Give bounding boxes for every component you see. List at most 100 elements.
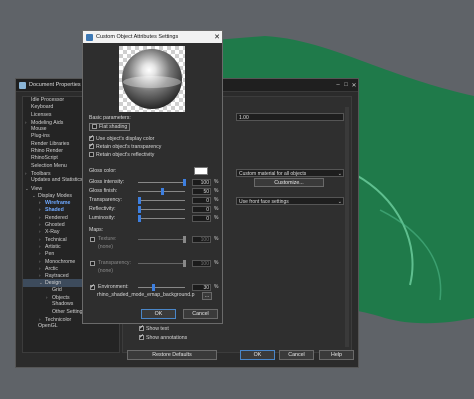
custom-object-attributes-dialog: Custom Object Attributes Settings ✕ Basi… — [82, 30, 223, 324]
luminosity-value[interactable]: 0 — [192, 215, 211, 222]
use-display-color-option[interactable]: Use object's display color — [89, 134, 155, 142]
reflectivity-slider[interactable] — [138, 206, 185, 213]
chevron-down-icon: ⌄ — [337, 199, 342, 205]
close-icon[interactable]: ✕ — [350, 82, 358, 89]
tree-item-label: Keyboard — [31, 104, 54, 111]
percent-label: % — [214, 188, 219, 194]
environment-checkbox[interactable] — [90, 283, 95, 290]
show-annotations-option[interactable]: Show annotations — [139, 333, 187, 341]
gloss-intensity-slider[interactable] — [138, 179, 186, 186]
reflectivity-value[interactable]: 0 — [192, 206, 211, 213]
value-field[interactable]: 1.00 — [236, 113, 344, 121]
tree-item-label: Monochrome — [45, 258, 76, 265]
gloss-intensity-label: Gloss intensity: — [89, 179, 125, 185]
tree-item-label: Other Settings — [52, 308, 86, 315]
percent-label: % — [214, 236, 219, 242]
tree-item-label: Shadows — [52, 301, 74, 308]
basic-parameters-heading: Basic parameters: — [89, 115, 131, 121]
luminosity-label: Luminosity: — [89, 215, 116, 221]
tree-item-label: Toolbars — [31, 170, 51, 177]
dialog-titlebar[interactable]: Custom Object Attributes Settings ✕ — [83, 31, 222, 43]
transparency-map-slider[interactable] — [138, 260, 186, 267]
texture-map-name[interactable]: (none) — [98, 244, 113, 250]
texture-checkbox[interactable] — [90, 237, 95, 242]
maps-heading: Maps: — [89, 227, 104, 233]
environment-label: Environment: — [98, 284, 129, 290]
restore-defaults-button[interactable]: Restore Defaults — [127, 350, 217, 360]
environment-slider-thumb[interactable] — [152, 284, 155, 291]
material-dropdown[interactable]: Custom material for all objects ⌄ — [236, 169, 344, 177]
gloss-color-swatch[interactable] — [194, 167, 208, 175]
minimize-icon[interactable]: – — [334, 82, 342, 88]
percent-label: % — [214, 206, 219, 212]
help-button[interactable]: Help — [319, 350, 354, 360]
cancel-button[interactable]: Cancel — [279, 350, 314, 360]
flat-shading-checkbox[interactable] — [92, 124, 97, 130]
backface-dropdown-value: Use front face settings — [239, 199, 289, 205]
percent-label: % — [214, 215, 219, 221]
customize-button[interactable]: Customize... — [254, 178, 324, 187]
texture-amount[interactable]: 100 — [192, 236, 211, 243]
show-text-option[interactable]: Show text — [139, 324, 169, 332]
transparency-map-checkbox[interactable] — [90, 261, 95, 266]
tree-item-label: Selection Menu — [31, 162, 67, 169]
transparency-value[interactable]: 0 — [192, 197, 211, 204]
tree-item-label: X-Ray — [45, 229, 60, 236]
retain-transparency-option[interactable]: Retain object's transparency — [89, 142, 162, 150]
percent-label: % — [214, 179, 219, 185]
reflectivity-label: Reflectivity: — [89, 206, 116, 212]
show-text-checkbox[interactable] — [139, 324, 144, 332]
show-annotations-checkbox[interactable] — [139, 333, 144, 341]
luminosity-slider[interactable] — [138, 215, 185, 222]
close-icon[interactable]: ✕ — [212, 33, 222, 41]
tree-item-label: Idle Processor — [31, 97, 65, 103]
tree-item-label: View — [31, 185, 43, 192]
flat-shading-option[interactable]: Flat shading — [89, 123, 131, 131]
tree-item[interactable]: OpenGL — [23, 323, 119, 330]
gloss-finish-slider-thumb[interactable] — [161, 188, 164, 195]
transparency-slider[interactable] — [138, 197, 185, 204]
maximize-icon[interactable]: □ — [342, 82, 350, 88]
texture-slider-thumb[interactable] — [183, 236, 186, 243]
ok-button[interactable]: OK — [240, 350, 275, 360]
flat-shading-label: Flat shading — [99, 124, 128, 130]
tree-item-label: Technical — [45, 236, 67, 243]
chevron-down-icon: ⌄ — [337, 171, 342, 177]
transparency-map-amount[interactable]: 100 — [192, 260, 211, 267]
dialog-ok-button[interactable]: OK — [141, 309, 176, 319]
browse-button[interactable]: ... — [202, 292, 212, 300]
retain-transparency-checkbox[interactable] — [89, 142, 94, 150]
material-dropdown-value: Custom material for all objects — [239, 171, 307, 177]
gloss-intensity-value[interactable]: 100 — [192, 179, 211, 186]
scrollbar[interactable] — [345, 107, 349, 347]
environment-amount[interactable]: 30 — [192, 284, 211, 291]
retain-transparency-label: Retain object's transparency — [96, 144, 162, 150]
percent-label: % — [214, 260, 219, 266]
retain-reflectivity-option[interactable]: Retain object's reflectivity — [89, 152, 154, 158]
use-display-color-label: Use object's display color — [96, 136, 155, 142]
tree-item-label: Ghosted — [45, 222, 65, 229]
rhino-app-icon — [19, 81, 26, 89]
tree-item-label: Wireframe — [45, 200, 71, 207]
gloss-finish-slider[interactable] — [138, 188, 185, 195]
percent-label: % — [214, 284, 219, 290]
gloss-finish-value[interactable]: 50 — [192, 188, 211, 195]
tree-item-label: Plug-ins — [31, 133, 50, 140]
use-display-color-checkbox[interactable] — [89, 134, 94, 142]
transparency-slider-thumb[interactable] — [138, 197, 141, 204]
retain-reflectivity-checkbox[interactable] — [89, 152, 94, 158]
transparency-map-slider-thumb[interactable] — [183, 260, 186, 267]
transparency-map-name[interactable]: (none) — [98, 268, 113, 274]
tree-item-label: Grid — [52, 286, 62, 293]
luminosity-slider-thumb[interactable] — [138, 215, 141, 222]
environment-map-file[interactable]: rhino_shaded_mode_emap_background.p — [97, 292, 201, 298]
reflectivity-slider-thumb[interactable] — [138, 206, 141, 213]
dialog-cancel-button[interactable]: Cancel — [183, 309, 218, 319]
backface-dropdown[interactable]: Use front face settings ⌄ — [236, 197, 344, 205]
rhino-app-icon — [86, 33, 93, 41]
texture-slider[interactable] — [138, 236, 186, 243]
tree-item-label: Arctic — [45, 265, 58, 272]
dialog-title: Custom Object Attributes Settings — [96, 34, 179, 40]
gloss-intensity-slider-thumb[interactable] — [183, 179, 186, 186]
environment-slider[interactable] — [138, 284, 185, 291]
